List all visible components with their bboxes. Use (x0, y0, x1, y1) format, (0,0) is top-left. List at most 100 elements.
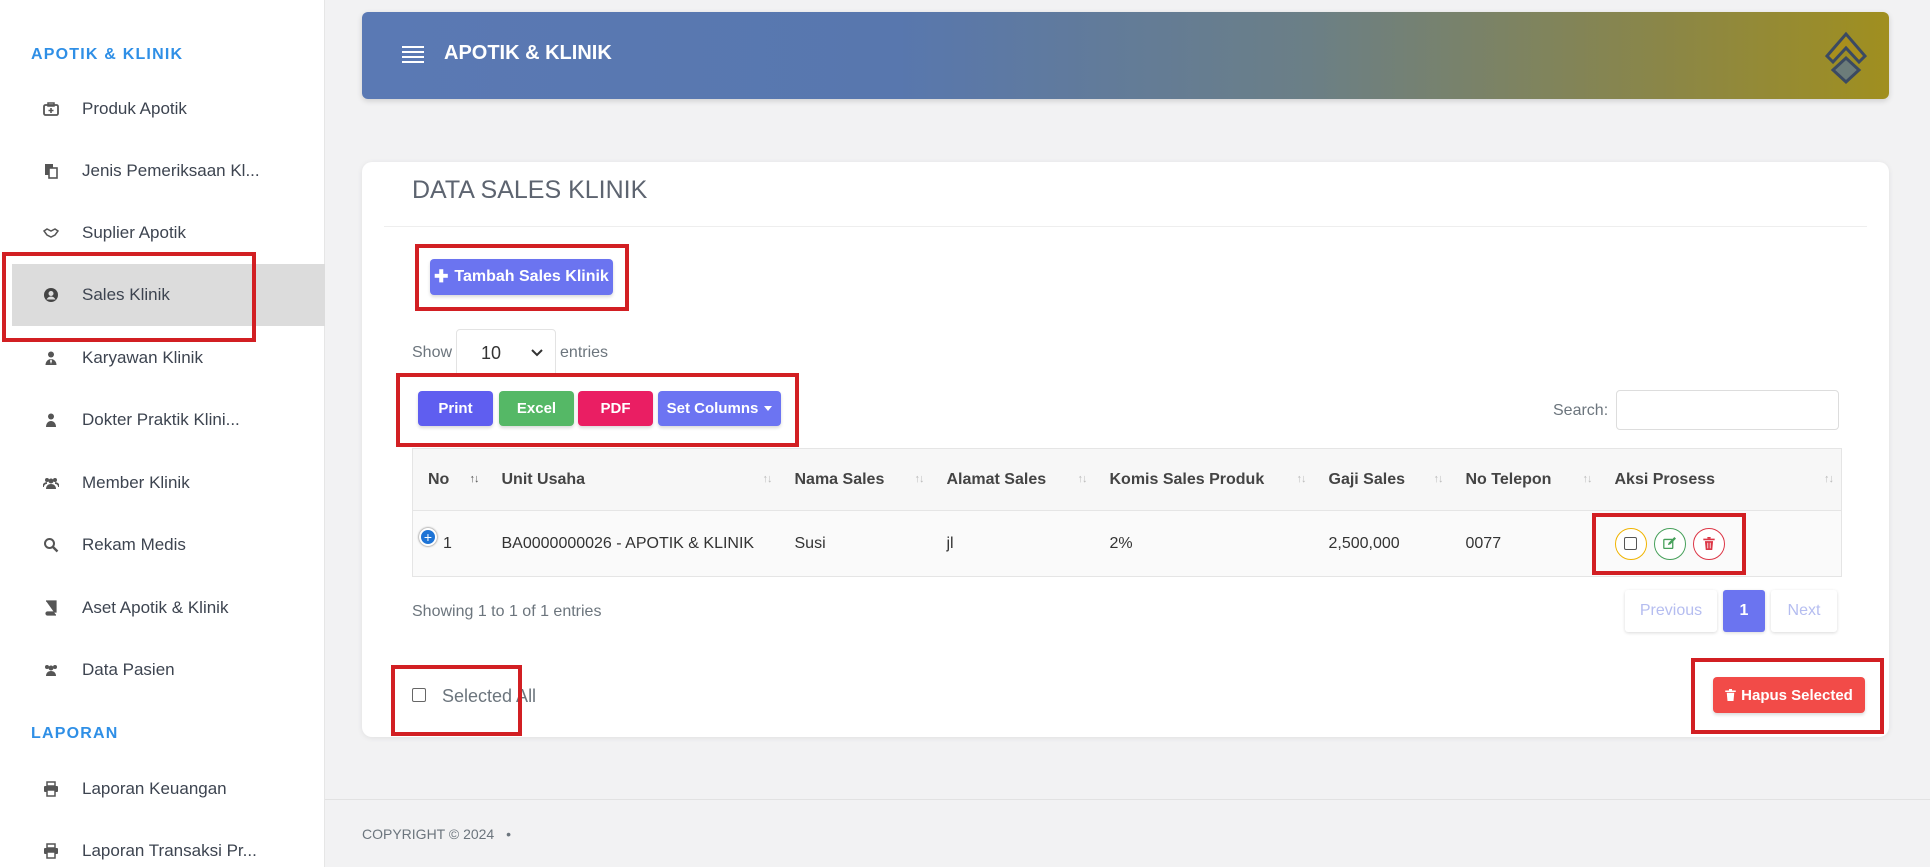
column-header-aksi[interactable]: Aksi Prosess ↑↓ (1599, 448, 1842, 511)
edit-icon (1663, 537, 1677, 550)
column-header-unit-usaha[interactable]: Unit Usaha ↑↓ (486, 448, 780, 511)
entries-length-control: Show 10 entries (412, 329, 608, 377)
search-input[interactable] (1616, 390, 1839, 430)
sidebar-item-label: Produk Apotik (82, 99, 187, 118)
hamburger-menu-icon[interactable] (402, 46, 424, 64)
sort-icon: ↑↓ (914, 473, 925, 485)
delete-selected-button[interactable]: Hapus Selected (1713, 677, 1865, 713)
cell-gaji: 2,500,000 (1313, 510, 1451, 577)
excel-button[interactable]: Excel (499, 391, 574, 426)
sort-icon: ↑↓ (1296, 473, 1307, 485)
column-label: Alamat Sales (946, 470, 1047, 488)
printer-icon (42, 780, 60, 798)
header-title: APOTIK & KLINIK (444, 42, 612, 64)
book-icon (42, 599, 60, 617)
sidebar-item-data-pasien[interactable]: Data Pasien (12, 639, 325, 701)
entries-select[interactable]: 10 (456, 329, 557, 377)
chevron-down-icon (531, 349, 543, 357)
select-all-control[interactable]: Selected All (412, 686, 536, 707)
select-all-label: Selected All (442, 686, 537, 706)
pdf-button[interactable]: PDF (578, 391, 653, 426)
sidebar-item-label: Member Klinik (82, 473, 190, 492)
sidebar-item-label: Sales Klinik (82, 285, 170, 304)
sidebar-item-label: Laporan Transaksi Pr... (82, 841, 257, 860)
sidebar-item-sales-klinik[interactable]: Sales Klinik (12, 264, 325, 326)
sidebar-item-laporan-transaksi[interactable]: Laporan Transaksi Pr... (12, 820, 325, 867)
user-circle-icon (42, 286, 60, 304)
cell-no: +1 (412, 510, 487, 577)
column-label: Unit Usaha (501, 470, 586, 488)
pagination-next[interactable]: Next (1771, 590, 1837, 632)
sidebar-heading-apotik: APOTIK & KLINIK (31, 46, 184, 63)
cell-alamat: jl (931, 510, 1095, 577)
sidebar-item-dokter-praktik[interactable]: Dokter Praktik Klini... (12, 389, 325, 451)
set-columns-button[interactable]: Set Columns (658, 391, 781, 426)
sort-asc-icon: ↑↓ (469, 473, 480, 485)
checkbox-icon (1624, 537, 1637, 550)
sidebar-item-produk-apotik[interactable]: Produk Apotik (12, 78, 325, 140)
table-info: Showing 1 to 1 of 1 entries (412, 603, 602, 620)
edit-button[interactable] (1653, 527, 1686, 560)
user-icon (42, 411, 60, 429)
printer-icon (42, 842, 60, 860)
column-header-telepon[interactable]: No Telepon ↑↓ (1450, 448, 1600, 511)
select-all-checkbox[interactable] (412, 687, 426, 702)
sort-icon: ↑↓ (1582, 473, 1593, 485)
app-logo (1824, 31, 1868, 85)
divider (384, 226, 1867, 227)
cell-komisi: 2% (1094, 510, 1314, 577)
cell-no-text: 1 (443, 535, 452, 552)
sales-table: No ↑↓ Unit Usaha ↑↓ Nama Sales ↑↓ Alamat Sa… (412, 448, 1842, 577)
sidebar-item-rekam-medis[interactable]: Rekam Medis (12, 514, 325, 576)
entries-label: entries (560, 344, 609, 361)
delete-selected-label: Hapus Selected (1741, 686, 1853, 704)
column-header-no[interactable]: No ↑↓ (412, 448, 487, 511)
column-label: Komis Sales Produk (1109, 470, 1265, 488)
sort-icon: ↑↓ (1824, 473, 1834, 485)
users-icon (42, 474, 60, 492)
column-header-gaji[interactable]: Gaji Sales ↑↓ (1313, 448, 1451, 511)
sidebar-item-label: Suplier Apotik (82, 223, 186, 242)
copyright-text: COPYRIGHT © 2024 (362, 826, 495, 842)
expand-row-icon[interactable]: + (419, 528, 437, 546)
cell-nama: Susi (779, 510, 932, 577)
delete-button[interactable] (1693, 527, 1726, 560)
pagination-previous[interactable]: Previous (1625, 590, 1717, 632)
sidebar-item-label: Karyawan Klinik (82, 348, 203, 367)
users-icon (42, 661, 60, 679)
print-button[interactable]: Print (418, 391, 493, 426)
sidebar-item-karyawan-klinik[interactable]: Karyawan Klinik (12, 327, 325, 389)
sidebar-item-aset-apotik[interactable]: Aset Apotik & Klinik (12, 577, 325, 639)
sidebar-item-member-klinik[interactable]: Member Klinik (12, 452, 325, 514)
handshake-icon (42, 224, 60, 242)
footer-divider (325, 799, 1930, 800)
sidebar-item-jenis-pemeriksaan[interactable]: Jenis Pemeriksaan Kl... (12, 140, 325, 202)
sort-icon: ↑↓ (1433, 473, 1444, 485)
page-title: DATA SALES KLINIK (412, 176, 648, 204)
add-sales-label: Tambah Sales Klinik (454, 268, 609, 285)
column-header-alamat-sales[interactable]: Alamat Sales ↑↓ (931, 448, 1095, 511)
trash-icon (1703, 537, 1716, 550)
medkit-icon (42, 100, 60, 118)
cell-unit: BA0000000026 - APOTIK & KLINIK (486, 510, 780, 577)
sidebar-item-label: Laporan Keuangan (82, 779, 227, 798)
top-header: APOTIK & KLINIK (362, 12, 1889, 99)
sort-icon: ↑↓ (1077, 473, 1088, 485)
entries-value: 10 (481, 342, 502, 363)
sidebar-item-suplier-apotik[interactable]: Suplier Apotik (12, 202, 325, 264)
show-label: Show (412, 344, 453, 361)
pagination-page-1[interactable]: 1 (1723, 590, 1765, 632)
add-sales-button[interactable]: ✚ Tambah Sales Klinik (430, 259, 613, 295)
sort-icon: ↑↓ (762, 473, 773, 485)
sidebar-item-label: Jenis Pemeriksaan Kl... (82, 161, 260, 180)
table-row: +1 BA0000000026 - APOTIK & KLINIK Susi j… (412, 510, 1842, 577)
column-header-nama-sales[interactable]: Nama Sales ↑↓ (779, 448, 932, 511)
search-icon (42, 536, 60, 554)
search-label: Search: (1553, 402, 1609, 419)
row-select-checkbox[interactable] (1614, 527, 1647, 560)
column-header-komisi[interactable]: Komis Sales Produk ↑↓ (1094, 448, 1314, 511)
footer-dot: • (506, 826, 512, 842)
sidebar-item-laporan-keuangan[interactable]: Laporan Keuangan (12, 758, 325, 820)
user-tie-icon (42, 349, 60, 367)
footer: COPYRIGHT © 2024 • (362, 826, 511, 842)
